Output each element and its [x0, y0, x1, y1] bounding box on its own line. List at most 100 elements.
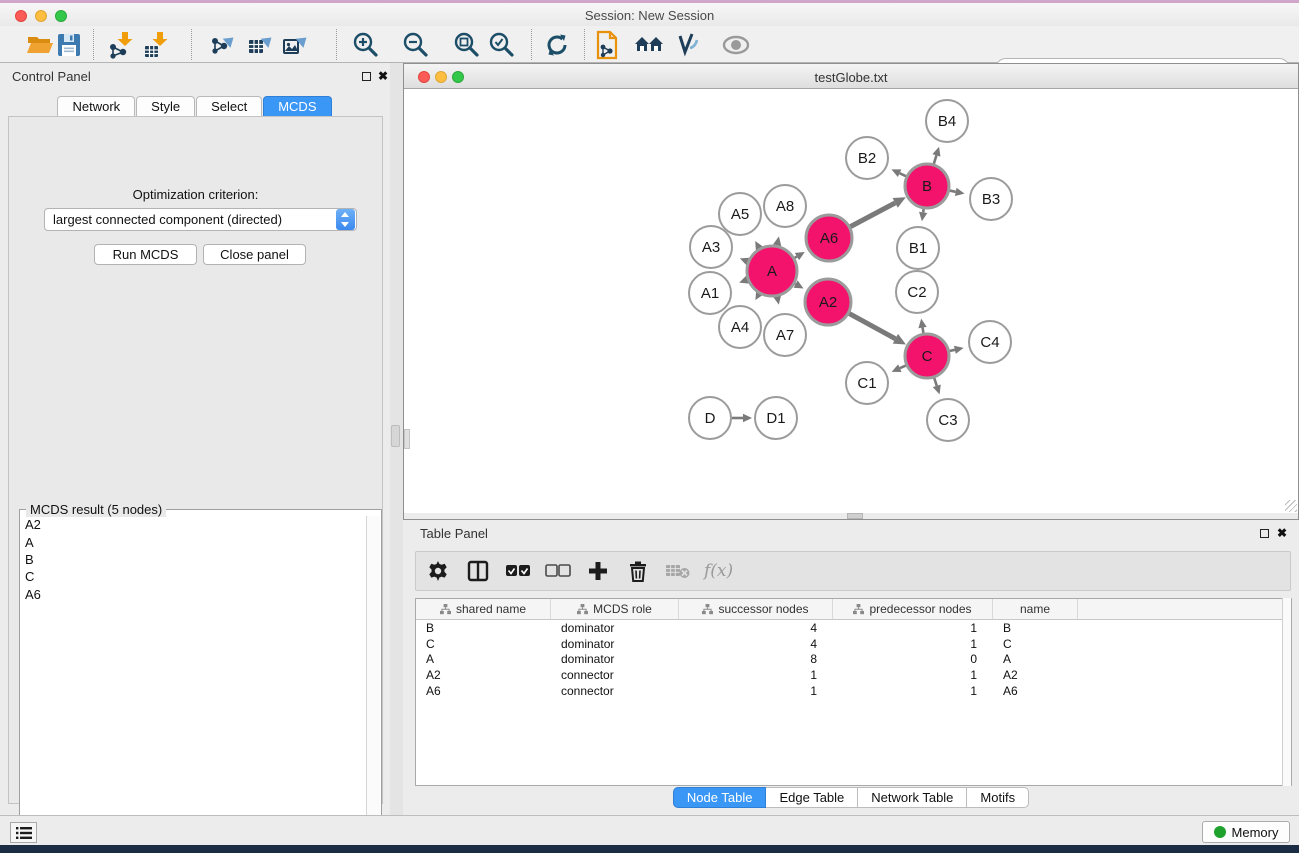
canvas-left-scroll-handle[interactable]	[404, 429, 410, 449]
table-row[interactable]: A6connector11A6	[416, 683, 1291, 699]
network-window-titlebar[interactable]: testGlobe.txt	[404, 64, 1298, 89]
table-cell[interactable]: 1	[833, 668, 993, 682]
mcds-result-item[interactable]: C	[21, 568, 367, 585]
graph-edge[interactable]	[923, 209, 924, 213]
table-cell[interactable]: 1	[679, 684, 833, 698]
table-cell[interactable]: B	[416, 621, 551, 635]
table-cell[interactable]: connector	[551, 684, 679, 698]
table-cell[interactable]: 1	[833, 621, 993, 635]
table-cell[interactable]: 1	[679, 668, 833, 682]
export-table-button[interactable]	[244, 30, 278, 60]
table-row[interactable]: Adominator80A	[416, 652, 1291, 668]
delete-table-button[interactable]	[660, 554, 696, 588]
split-divider-handle[interactable]	[391, 425, 400, 447]
tab-network-table[interactable]: Network Table	[858, 787, 967, 808]
table-vertical-scrollbar[interactable]	[1282, 598, 1291, 786]
table-float-panel-icon[interactable]	[1260, 529, 1269, 538]
table-cell[interactable]: A2	[993, 668, 1078, 682]
table-row[interactable]: Bdominator41B	[416, 620, 1291, 636]
table-close-panel-icon[interactable]: ✖	[1277, 526, 1287, 540]
tab-node-table[interactable]: Node Table	[673, 787, 767, 808]
zoom-out-button[interactable]	[399, 30, 433, 60]
float-panel-icon[interactable]	[362, 72, 371, 81]
network-graph[interactable]: AA1A2A3A4A5A6A7A8BB1B2B3B4CC1C2C3C4DD1	[404, 89, 1298, 513]
network-canvas[interactable]: AA1A2A3A4A5A6A7A8BB1B2B3B4CC1C2C3C4DD1	[404, 89, 1298, 513]
tab-network[interactable]: Network	[57, 96, 135, 116]
export-network-button[interactable]	[206, 30, 240, 60]
table-cell[interactable]: 1	[833, 637, 993, 651]
delete-column-button[interactable]	[620, 554, 656, 588]
graph-edge[interactable]	[849, 313, 895, 338]
task-history-button[interactable]	[10, 822, 37, 843]
refresh-button[interactable]	[540, 30, 574, 60]
mcds-result-list[interactable]: A2ABCA6	[21, 516, 367, 846]
column-header-shared-name[interactable]: shared name	[416, 599, 551, 619]
birds-eye-view-button[interactable]	[633, 30, 667, 60]
graph-edge[interactable]	[850, 203, 895, 227]
zoom-fit-button[interactable]	[450, 30, 484, 60]
table-row[interactable]: A2connector11A2	[416, 667, 1291, 683]
export-image-button[interactable]	[279, 30, 313, 60]
table-cell[interactable]: B	[993, 621, 1078, 635]
graph-edge[interactable]	[934, 378, 937, 386]
table-cell[interactable]: A6	[416, 684, 551, 698]
table-cell[interactable]: connector	[551, 668, 679, 682]
table-cell[interactable]: C	[993, 637, 1078, 651]
table-cell[interactable]: 4	[679, 621, 833, 635]
import-network-button[interactable]	[104, 30, 138, 60]
column-header-successor-nodes[interactable]: successor nodes	[679, 599, 833, 619]
mcds-result-item[interactable]: A6	[21, 586, 367, 603]
tab-motifs[interactable]: Motifs	[967, 787, 1029, 808]
table-row[interactable]: Cdominator41C	[416, 636, 1291, 652]
mcds-result-item[interactable]: B	[21, 551, 367, 568]
optimization-criterion-select[interactable]: largest connected component (directed)	[44, 208, 357, 231]
close-panel-button[interactable]: Close panel	[203, 244, 306, 265]
show-hide-panel-button[interactable]	[719, 30, 753, 60]
table-cell[interactable]: dominator	[551, 637, 679, 651]
column-header-name[interactable]: name	[993, 599, 1078, 619]
table-cell[interactable]: A6	[993, 684, 1078, 698]
graph-edge[interactable]	[900, 365, 906, 368]
graph-edge[interactable]	[950, 191, 956, 192]
column-header-predecessor-nodes[interactable]: predecessor nodes	[833, 599, 993, 619]
table-cell[interactable]: 1	[833, 684, 993, 698]
split-view-button[interactable]	[460, 554, 496, 588]
deselect-all-button[interactable]	[540, 554, 576, 588]
horizontal-split-handle[interactable]	[847, 513, 863, 519]
app-titlebar[interactable]: Session: New Session	[0, 3, 1299, 26]
tab-style[interactable]: Style	[136, 96, 195, 116]
graphics-details-button[interactable]	[672, 30, 706, 60]
graph-edge[interactable]	[923, 328, 924, 334]
table-cell[interactable]: A	[993, 652, 1078, 666]
graph-edge[interactable]	[900, 173, 907, 176]
table-cell[interactable]: 4	[679, 637, 833, 651]
zoom-selected-button[interactable]	[485, 30, 519, 60]
column-header-mcds-role[interactable]: MCDS role	[551, 599, 679, 619]
table-cell[interactable]: 0	[833, 652, 993, 666]
close-panel-icon[interactable]: ✖	[378, 69, 388, 83]
add-column-button[interactable]	[580, 554, 616, 588]
mcds-result-item[interactable]: A2	[21, 516, 367, 533]
table-cell[interactable]: dominator	[551, 621, 679, 635]
window-resize-grip[interactable]	[1285, 500, 1297, 512]
table-options-gear-button[interactable]	[420, 554, 456, 588]
import-table-button[interactable]	[139, 30, 173, 60]
tab-edge-table[interactable]: Edge Table	[766, 787, 858, 808]
table-cell[interactable]: A	[416, 652, 551, 666]
panel-split-divider[interactable]	[390, 63, 403, 815]
tab-select[interactable]: Select	[196, 96, 262, 116]
graph-edge[interactable]	[949, 350, 954, 351]
table-cell[interactable]: dominator	[551, 652, 679, 666]
apply-function-button[interactable]: f(x)	[704, 561, 733, 581]
mcds-result-scrollbar[interactable]	[366, 516, 380, 846]
table-cell[interactable]: A2	[416, 668, 551, 682]
memory-button[interactable]: Memory	[1202, 821, 1290, 843]
new-network-from-selection-button[interactable]	[589, 30, 623, 60]
zoom-in-button[interactable]	[349, 30, 383, 60]
table-cell[interactable]: 8	[679, 652, 833, 666]
mcds-result-item[interactable]: A	[21, 533, 367, 550]
save-session-button[interactable]	[52, 30, 86, 60]
select-all-button[interactable]	[500, 554, 536, 588]
tab-mcds[interactable]: MCDS	[263, 96, 331, 116]
graph-edge[interactable]	[934, 155, 937, 164]
